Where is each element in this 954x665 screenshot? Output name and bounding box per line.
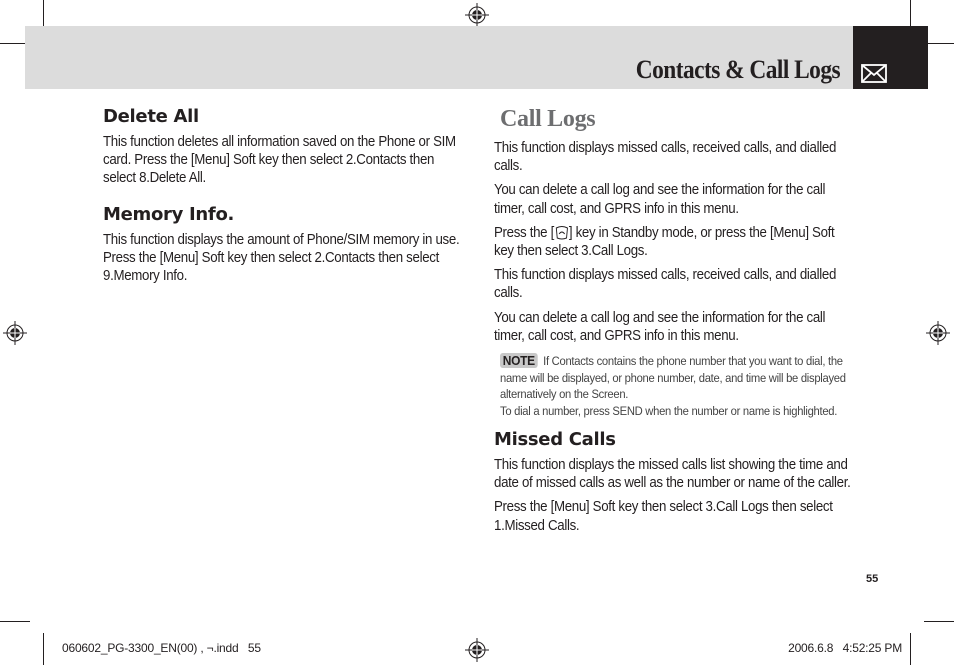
paragraph: This function displays missed calls, rec… bbox=[494, 140, 837, 175]
left-column: Delete All This function deletes all inf… bbox=[103, 106, 473, 285]
footer-filename: 060602_PG-3300_EN(00) , ¬.indd 55 bbox=[62, 641, 261, 655]
registration-mark-icon bbox=[465, 638, 489, 662]
footer-timestamp: 2006.6.8 4:52:25 PM bbox=[788, 641, 902, 655]
press-key-paragraph: Press the [] key in Standby mode, or pre… bbox=[494, 224, 857, 260]
section-body-delete-all: This function deletes all information sa… bbox=[103, 134, 456, 187]
send-key-icon bbox=[555, 225, 568, 240]
paragraph: This function displays missed calls, rec… bbox=[494, 267, 837, 302]
press-key-before: Press the [ bbox=[494, 224, 554, 241]
note-badge: NOTE bbox=[500, 353, 538, 369]
section-title-call-logs: Call Logs bbox=[500, 106, 596, 132]
paragraph: This function displays the missed calls … bbox=[494, 457, 851, 492]
chapter-title: Contacts & Call Logs bbox=[635, 55, 841, 84]
section-heading-delete-all: Delete All bbox=[103, 106, 199, 127]
section-heading-missed-calls: Missed Calls bbox=[494, 429, 616, 451]
registration-mark-icon bbox=[926, 321, 950, 345]
page-number: 55 bbox=[866, 573, 879, 585]
note-text: If Contacts contains the phone number th… bbox=[500, 354, 846, 402]
registration-mark-icon bbox=[465, 3, 489, 27]
note-box: NOTE If Contacts contains the phone numbe… bbox=[500, 353, 850, 419]
paragraph: Press the [Menu] Soft key then select 3.… bbox=[494, 499, 833, 534]
crop-mark bbox=[0, 621, 30, 622]
note-text-2: To dial a number, press SEND when the nu… bbox=[500, 403, 838, 418]
paragraph: You can delete a call log and see the in… bbox=[494, 309, 826, 344]
registration-mark-icon bbox=[3, 321, 27, 345]
right-column: Call Logs This function displays missed … bbox=[494, 106, 864, 541]
crop-mark bbox=[910, 633, 911, 665]
section-heading-memory-info: Memory Info. bbox=[103, 203, 235, 225]
envelope-icon bbox=[861, 64, 887, 83]
section-body-memory-info: This function displays the amount of Pho… bbox=[103, 231, 460, 285]
crop-mark bbox=[924, 621, 954, 622]
crop-mark bbox=[924, 43, 954, 44]
paragraph: You can delete a call log and see the in… bbox=[494, 182, 826, 217]
crop-mark bbox=[43, 633, 44, 665]
